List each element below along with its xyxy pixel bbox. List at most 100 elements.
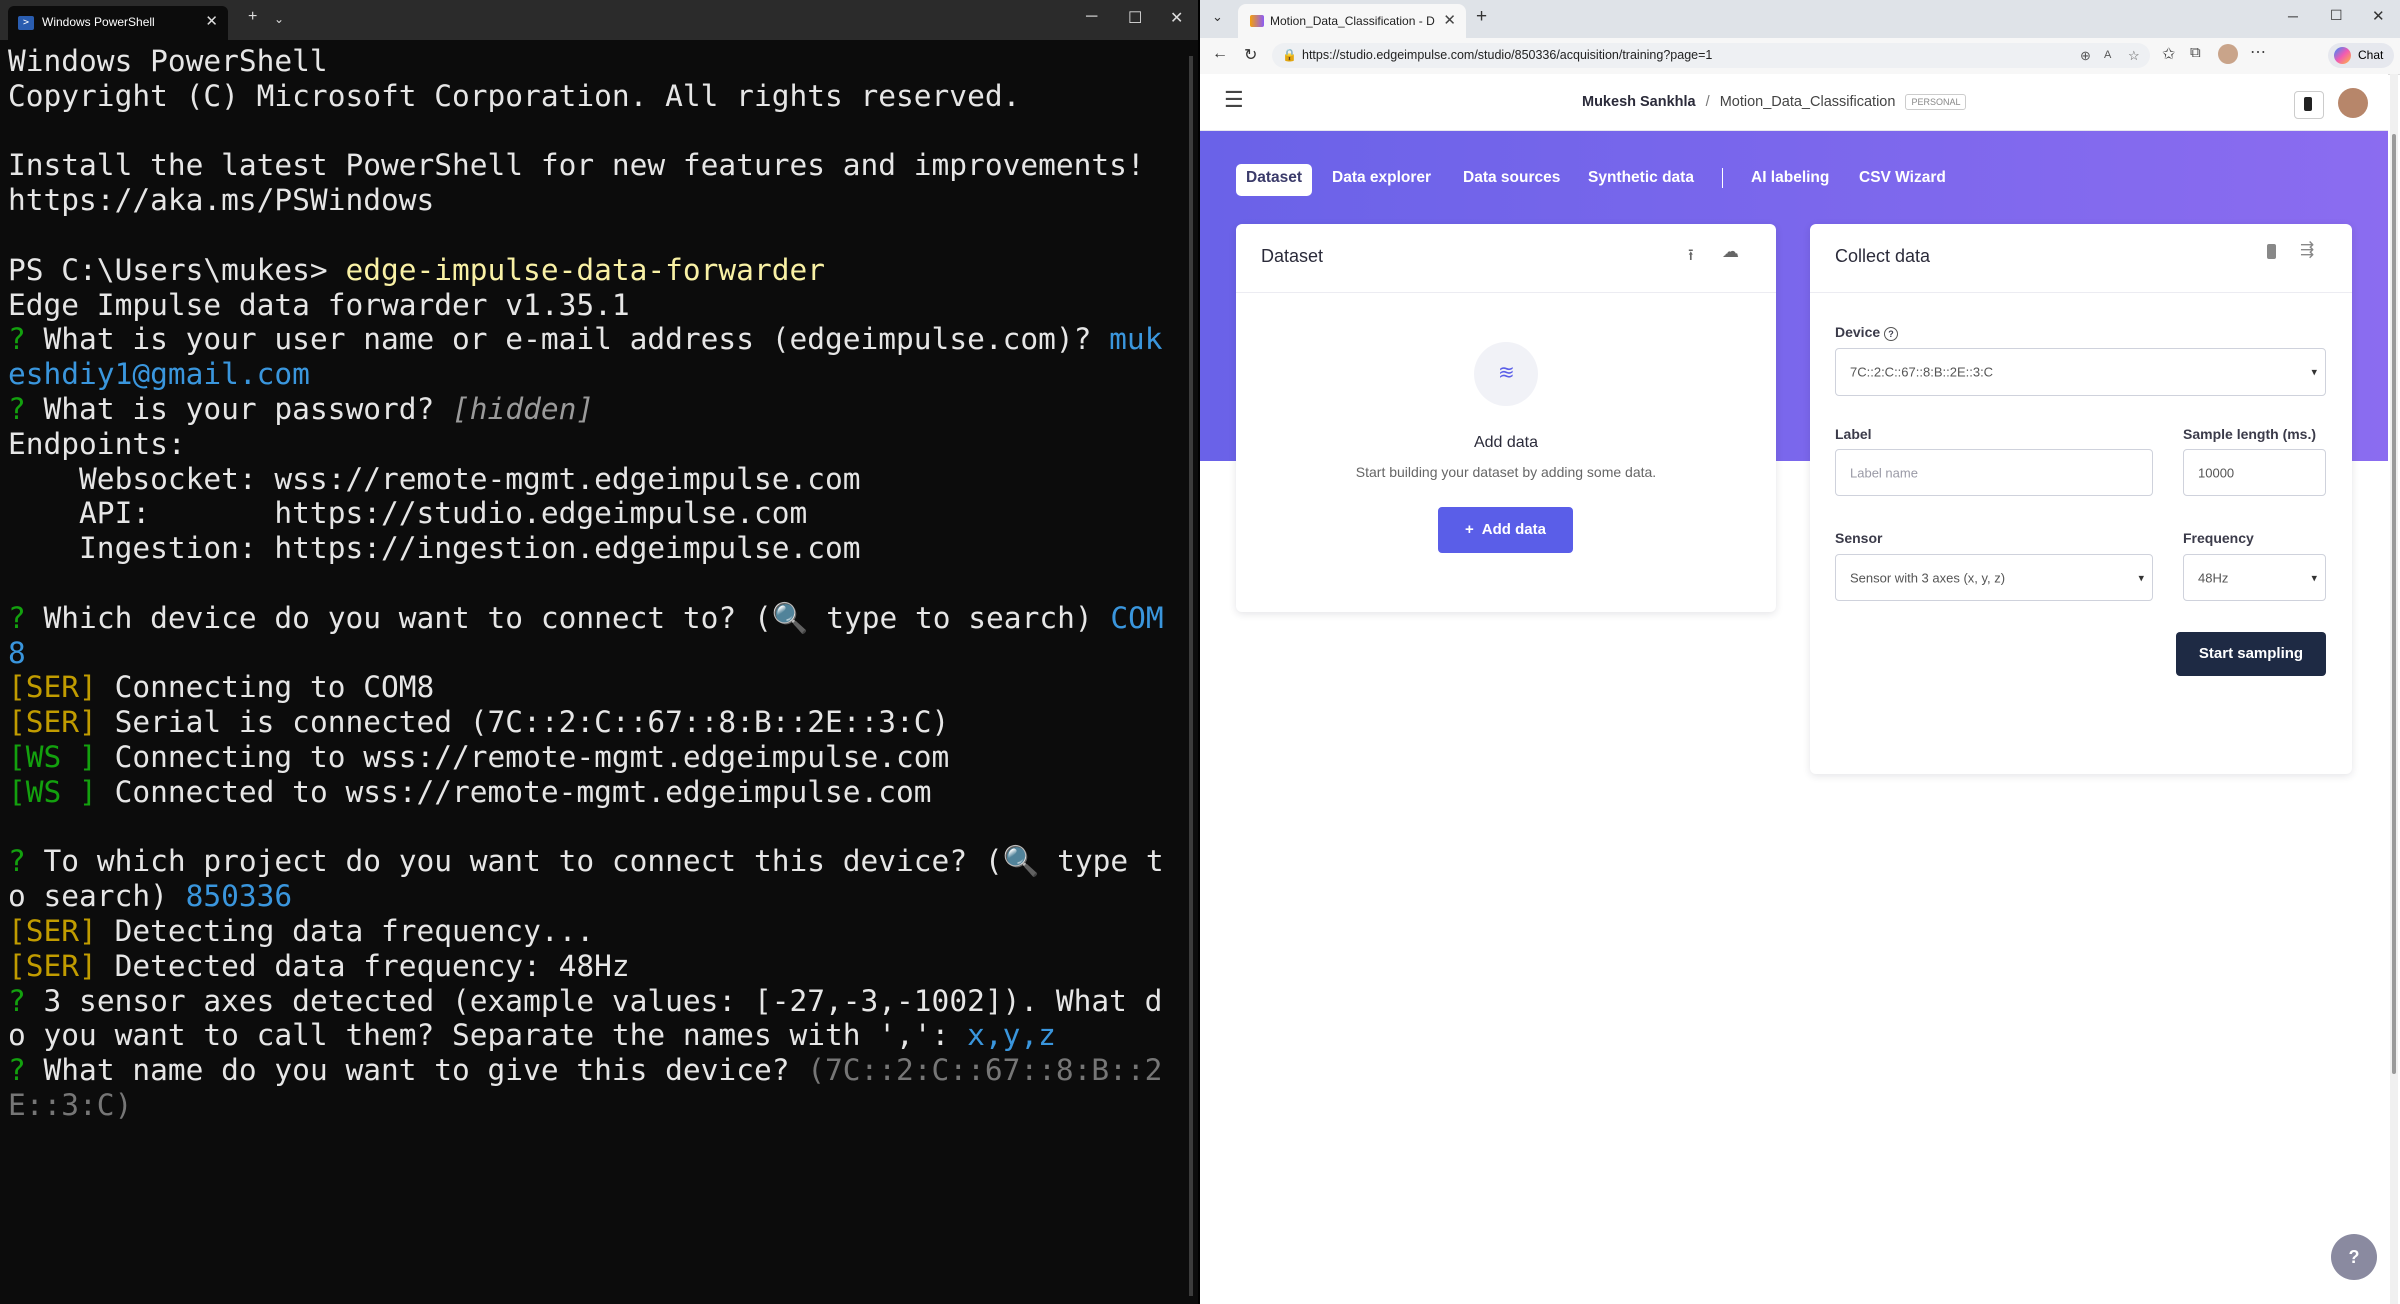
terminal-line: eshdiy1@gmail.com [8, 357, 1168, 392]
sample-length-input[interactable]: 10000 [2183, 449, 2326, 496]
add-data-label: Add data [1481, 521, 1546, 538]
terminal-text: [SER] [8, 670, 97, 705]
hamburger-menu-icon[interactable]: ☰ [1224, 87, 1244, 113]
terminal-text: ? [8, 983, 44, 1018]
collections-icon[interactable]: ⧉ [2190, 44, 2201, 61]
tab-csv-wizard[interactable]: CSV Wizard [1859, 169, 1946, 187]
terminal-text: ? [8, 600, 44, 635]
page-scrollbar-thumb[interactable] [2392, 134, 2396, 1074]
terminal-text: Endpoints: [8, 426, 186, 461]
tab-synthetic-data[interactable]: Synthetic data [1588, 169, 1694, 187]
address-bar-row: ← ↻ 🔒 https://studio.edgeimpulse.com/stu… [1200, 38, 2400, 75]
terminal-line: Edge Impulse data forwarder v1.35.1 [8, 288, 1168, 323]
phone-icon[interactable] [2267, 244, 2276, 259]
address-bar[interactable]: 🔒 https://studio.edgeimpulse.com/studio/… [1272, 43, 2150, 68]
help-icon[interactable]: ? [1884, 327, 1899, 341]
maximize-icon[interactable]: ☐ [1128, 8, 1142, 28]
browser-tab[interactable]: Motion_Data_Classification - Data ✕ [1238, 4, 1466, 38]
terminal-text: [WS ] [8, 774, 97, 809]
breadcrumb-user[interactable]: Mukesh Sankhla [1582, 94, 1696, 110]
terminal-scrollbar[interactable] [1189, 56, 1193, 1296]
new-tab-icon[interactable]: + [248, 8, 257, 26]
close-tab-icon[interactable]: ✕ [205, 12, 218, 30]
chevron-down-icon[interactable]: ⌄ [274, 12, 284, 26]
terminal-line: [SER] Serial is connected (7C::2:C::67::… [8, 705, 1168, 740]
chevron-down-icon: ▾ [2138, 572, 2144, 584]
terminal-text: Connecting to COM8 [96, 670, 435, 705]
frequency-select[interactable]: 48Hz ▾ [2183, 554, 2326, 601]
back-icon[interactable]: ← [1212, 45, 1228, 63]
terminal-line: [WS ] Connecting to wss://remote-mgmt.ed… [8, 740, 1168, 775]
breadcrumb: Mukesh Sankhla / Motion_Data_Classificat… [1582, 94, 1967, 111]
terminal-text: ? [8, 844, 44, 879]
sensor-select[interactable]: Sensor with 3 axes (x, y, z) ▾ [1835, 554, 2153, 601]
device-select-value: 7C::2:C::67::8:B::2E::3:C [1850, 364, 1994, 380]
minimize-icon[interactable]: ─ [2288, 8, 2298, 24]
edge-impulse-app: ☰ Mukesh Sankhla / Motion_Data_Classific… [1200, 74, 2388, 1304]
terminal-text: 3 sensor axes detected (example values: … [43, 983, 1163, 1018]
help-chat-button[interactable]: ? [2331, 1234, 2377, 1280]
tab-data-sources[interactable]: Data sources [1463, 169, 1560, 187]
breadcrumb-project[interactable]: Motion_Data_Classification [1720, 94, 1896, 110]
new-tab-icon[interactable]: + [1476, 6, 1487, 28]
tab-dataset[interactable]: Dataset [1246, 169, 1302, 187]
terminal-text: Connected to wss://remote-mgmt.edgeimpul… [96, 774, 932, 809]
lock-icon[interactable]: 🔒 [1282, 43, 1297, 68]
device-button[interactable] [2294, 91, 2324, 119]
close-tab-icon[interactable]: ✕ [1443, 11, 1456, 29]
refresh-icon[interactable]: ↻ [1244, 45, 1257, 65]
tab-ai-labeling[interactable]: AI labeling [1751, 169, 1829, 187]
cloud-upload-icon[interactable]: ☁ [1722, 242, 1739, 262]
browser-tabstrip: ⌄ Motion_Data_Classification - Data ✕ + … [1200, 0, 2400, 38]
chat-button[interactable]: Chat [2328, 43, 2394, 68]
tab-data-explorer[interactable]: Data explorer [1332, 169, 1431, 187]
more-icon[interactable]: ⋯ [2250, 42, 2266, 62]
terminal-text: eshdiy1@gmail.com [8, 357, 310, 392]
user-avatar[interactable] [2338, 88, 2368, 118]
copilot-icon [2334, 47, 2351, 64]
plus-icon: + [1465, 521, 1474, 538]
subnav-divider [1722, 168, 1723, 188]
terminal-text: Windows PowerShell [8, 44, 328, 78]
terminal-text: Copyright (C) Microsoft Corporation. All… [8, 78, 1021, 113]
terminal-line: ? What is your password? [hidden] [8, 392, 1168, 427]
zoom-icon[interactable]: ⊕ [2080, 43, 2091, 68]
empty-state-text: Start building your dataset by adding so… [1355, 464, 1657, 480]
favorite-icon[interactable]: ☆ [2128, 43, 2140, 68]
maximize-icon[interactable]: ☐ [2330, 7, 2343, 24]
usb-icon[interactable]: ⇶ [2300, 240, 2314, 260]
terminal-line: Ingestion: https://ingestion.edgeimpulse… [8, 531, 1168, 566]
terminal-output[interactable]: Windows PowerShell Copyright (C) Microsof… [8, 44, 1168, 1294]
add-data-button[interactable]: + Add data [1438, 507, 1573, 553]
minimize-icon[interactable]: ─ [1086, 8, 1097, 26]
terminal-text: What is your user name or e-mail address… [43, 322, 1110, 357]
database-icon-circle: ≋ [1474, 342, 1538, 406]
terminal-line: [SER] Connecting to COM8 [8, 670, 1168, 705]
terminal-line: Install the latest PowerShell for new fe… [8, 148, 1168, 183]
start-sampling-button[interactable]: Start sampling [2176, 632, 2326, 676]
powershell-tab[interactable]: > Windows PowerShell ✕ [8, 6, 228, 40]
terminal-line: Copyright (C) Microsoft Corporation. All… [8, 79, 1168, 114]
terminal-line: Windows PowerShell [8, 44, 1168, 79]
frequency-label: Frequency [2183, 530, 2254, 546]
device-select[interactable]: 7C::2:C::67::8:B::2E::3:C ▾ [1835, 348, 2326, 396]
terminal-text: Which device do you want to connect to? … [43, 600, 1111, 635]
upload-icon[interactable]: ⭱ [1688, 244, 1694, 271]
terminal-line: ? To which project do you want to connec… [8, 844, 1168, 879]
sample-length-value: 10000 [2198, 465, 2235, 480]
terminal-line: [WS ] Connected to wss://remote-mgmt.edg… [8, 775, 1168, 810]
read-aloud-icon[interactable]: A [2104, 43, 2111, 68]
terminal-text: E::3:C) [8, 1087, 133, 1122]
favorites-icon[interactable]: ✩ [2162, 44, 2175, 64]
edge-impulse-favicon-icon [1250, 15, 1264, 27]
url-text: https://studio.edgeimpulse.com/studio/85… [1302, 48, 1713, 62]
label-input[interactable]: Label name [1835, 449, 2153, 496]
close-icon[interactable]: ✕ [1170, 8, 1183, 28]
profile-avatar-icon[interactable] [2218, 44, 2238, 64]
terminal-line: Endpoints: [8, 427, 1168, 462]
tab-list-icon[interactable]: ⌄ [1212, 9, 1223, 25]
close-icon[interactable]: ✕ [2372, 7, 2385, 25]
terminal-text: PS C:\Users\mukes> [8, 252, 346, 287]
